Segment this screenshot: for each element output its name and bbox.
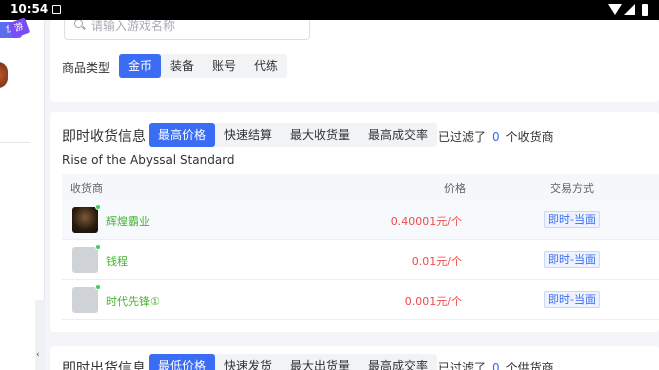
col-merchant: 收货商 — [70, 182, 103, 195]
sidebar-divider — [0, 142, 30, 143]
filtered-count: 0 — [492, 130, 500, 144]
merchant-name[interactable]: 钱程 — [106, 253, 128, 269]
sell-section-title: 即时出货信息 — [62, 361, 146, 370]
sell-sort-tabs: 最低价格 快速发货 最大出货量 最高成交率 — [149, 354, 438, 370]
filter-card: 商品类型 金币 装备 账号 代练 — [50, 20, 659, 102]
tab-highest-rate-sell[interactable]: 最高成交率 — [359, 354, 437, 370]
trade-method-badge: 即时-当面 — [544, 251, 600, 268]
online-dot — [95, 284, 101, 290]
tab-max-supply[interactable]: 最大出货量 — [281, 354, 359, 370]
tab-highest-price[interactable]: 最高价格 — [149, 123, 216, 147]
app-root: 10:54 价 游 ‹ 商品类型 金币 装备 账号 代练 — [0, 0, 659, 370]
online-dot — [95, 244, 101, 250]
game-search-box[interactable] — [64, 20, 310, 40]
filtered-prefix: 已过滤了 — [438, 130, 487, 144]
filtered-count: 0 — [492, 361, 500, 370]
game-name: Rise of the Abyssal Standard — [62, 153, 235, 167]
merchant-avatar — [72, 247, 98, 273]
tab-fast-settlement[interactable]: 快速结算 — [215, 123, 281, 147]
col-method: 交易方式 — [550, 182, 594, 195]
goods-type-tabs: 金币 装备 账号 代练 — [119, 54, 288, 78]
left-sidebar: 价 游 ‹ — [0, 17, 45, 370]
col-price: 价格 — [444, 182, 466, 195]
tab-max-volume[interactable]: 最大收货量 — [281, 123, 359, 147]
sell-filtered-info: 已过滤了 0 个供货商 — [438, 359, 554, 370]
signal-icon — [624, 4, 635, 15]
wifi-icon — [608, 4, 622, 15]
merchant-avatar — [72, 207, 98, 233]
trade-method-badge: 即时-当面 — [544, 291, 600, 308]
buy-filtered-info: 已过滤了 0 个收货商 — [438, 128, 554, 145]
table-row[interactable]: 钱程 0.01元/个 即时-当面 — [62, 240, 659, 280]
notification-icon — [52, 5, 61, 14]
row-price: 0.01元/个 — [411, 255, 462, 268]
game-search-input[interactable] — [91, 20, 301, 36]
buy-info-card: 即时收货信息 最高价格 快速结算 最大收货量 最高成交率 已过滤了 0 个收货商 R… — [50, 112, 659, 332]
trade-method-badge: 即时-当面 — [544, 211, 600, 228]
sidebar-collapse-button[interactable]: ‹ — [35, 300, 45, 370]
status-time: 10:54 — [10, 2, 49, 16]
battery-icon — [642, 4, 648, 16]
user-avatar[interactable] — [0, 62, 8, 88]
status-bar: 10:54 — [0, 0, 659, 20]
chevron-left-icon: ‹ — [36, 350, 40, 360]
filtered-suffix: 个供货商 — [505, 361, 554, 370]
row-price: 0.001元/个 — [404, 295, 462, 308]
main-content: 商品类型 金币 装备 账号 代练 即时收货信息 最高价格 快速结算 最大收货量 … — [48, 20, 659, 370]
tab-highest-rate[interactable]: 最高成交率 — [359, 123, 437, 147]
table-row[interactable]: 辉煌霸业 0.40001元/个 即时-当面 — [62, 200, 659, 240]
search-icon — [74, 20, 83, 28]
filtered-suffix: 个收货商 — [505, 130, 554, 144]
online-dot — [95, 204, 101, 210]
goods-type-equipment[interactable]: 装备 — [161, 54, 203, 78]
goods-type-boosting[interactable]: 代练 — [245, 54, 287, 78]
buy-table-header: 收货商 价格 交易方式 — [62, 174, 659, 200]
tab-lowest-price[interactable]: 最低价格 — [149, 354, 216, 370]
goods-type-account[interactable]: 账号 — [203, 54, 245, 78]
buy-section-title: 即时收货信息 — [62, 129, 146, 145]
filtered-prefix: 已过滤了 — [438, 361, 487, 370]
table-row[interactable]: 时代先锋① 0.001元/个 即时-当面 — [62, 280, 659, 320]
tab-fast-delivery[interactable]: 快速发货 — [215, 354, 281, 370]
row-price: 0.40001元/个 — [390, 215, 462, 228]
buy-sort-tabs: 最高价格 快速结算 最大收货量 最高成交率 — [149, 123, 438, 147]
merchant-name[interactable]: 时代先锋① — [106, 293, 160, 309]
game-tag: 游 — [7, 17, 31, 39]
merchant-name[interactable]: 辉煌霸业 — [106, 213, 150, 229]
goods-type-gold[interactable]: 金币 — [119, 54, 162, 78]
sell-info-card: 即时出货信息 最低价格 快速发货 最大出货量 最高成交率 已过滤了 0 个供货商 — [50, 346, 659, 370]
goods-type-label: 商品类型 — [62, 61, 111, 75]
merchant-avatar — [72, 287, 98, 313]
